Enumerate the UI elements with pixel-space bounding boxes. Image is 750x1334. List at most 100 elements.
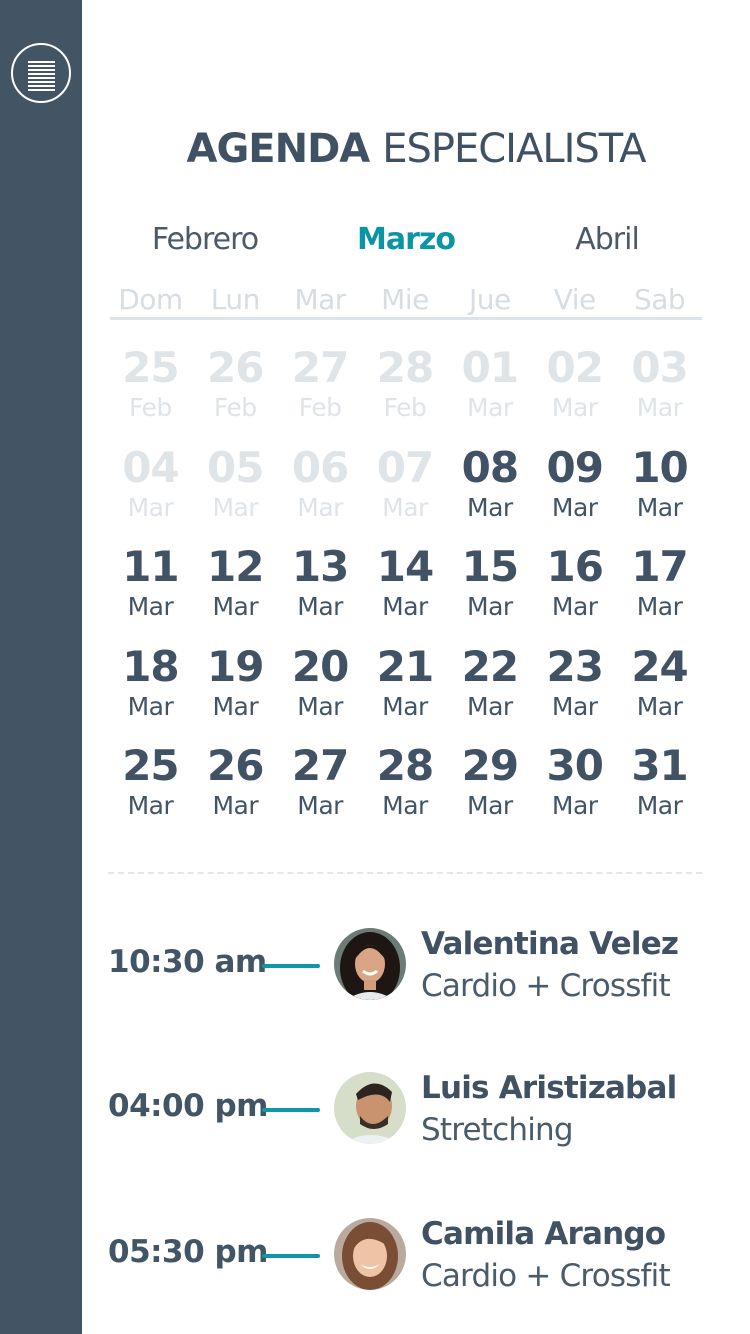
day-month: Mar (551, 592, 598, 621)
day-number: 02 (546, 343, 603, 392)
avatar[interactable] (334, 928, 406, 1000)
day-month: Mar (297, 492, 343, 522)
day-month: Mar (467, 691, 513, 721)
page-title-light: ESPECIALISTA (382, 126, 646, 172)
timeline-dash (262, 964, 320, 968)
appointment-time: 05:30 pm (108, 1234, 268, 1270)
day-number: 23 (546, 641, 603, 691)
calendar-day[interactable]: 01 Mar (447, 342, 532, 442)
day-month: Mar (551, 393, 598, 422)
calendar-day[interactable]: 25 Feb (108, 342, 193, 442)
month-tab-next[interactable]: Abril (512, 222, 702, 257)
day-month: Mar (467, 393, 513, 422)
day-month: Mar (467, 492, 513, 522)
calendar-day[interactable]: 24 Mar (617, 641, 702, 741)
day-number: 01 (461, 343, 519, 392)
calendar-day[interactable]: 02 Mar (532, 342, 617, 442)
appointment-item[interactable]: 10:30 am Valentina Velez Cardio + Crossf… (108, 926, 708, 1008)
day-number: 27 (291, 741, 349, 790)
calendar-day[interactable]: 28 Mar (363, 740, 448, 840)
calendar-day[interactable]: 03 Mar (617, 342, 702, 442)
day-month: Mar (127, 791, 174, 820)
woman-portrait-avatar (334, 928, 406, 1000)
day-number: 27 (291, 343, 349, 392)
day-month: Mar (636, 393, 683, 422)
day-month: Feb (383, 393, 427, 422)
day-number: 30 (546, 741, 603, 790)
appointment-time: 10:30 am (108, 944, 267, 980)
calendar-day[interactable]: 26 Feb (193, 342, 278, 442)
calendar-day[interactable]: 30 Mar (532, 740, 617, 840)
weekday-label: Lun (210, 283, 261, 316)
calendar-day[interactable]: 16 Mar (532, 541, 617, 641)
day-number: 20 (291, 641, 349, 691)
specialist-name: Valentina Velez (421, 926, 679, 962)
calendar-day[interactable]: 08 Mar (447, 442, 532, 542)
day-month: Mar (551, 492, 598, 522)
calendar-day[interactable]: 27 Feb (278, 342, 363, 442)
weekday-label: Vie (553, 283, 597, 316)
day-number: 26 (207, 343, 264, 392)
day-month: Feb (298, 393, 342, 422)
day-number: 10 (631, 442, 688, 492)
page-title: AGENDA ESPECIALISTA (82, 126, 750, 172)
calendar-day[interactable]: 27 Mar (278, 740, 363, 840)
weekday-divider (110, 317, 702, 320)
class-type: Cardio + Crossfit (421, 968, 671, 1004)
day-month: Mar (212, 691, 259, 721)
weekday-label: Mar (294, 283, 346, 316)
appointment-item[interactable]: 04:00 pm Luis Aristizabal Stretching (108, 1070, 708, 1152)
calendar-day[interactable]: 10 Mar (617, 442, 702, 542)
avatar[interactable] (334, 1218, 406, 1290)
page-title-bold: AGENDA (186, 126, 371, 172)
day-number: 18 (122, 641, 179, 691)
day-number: 11 (122, 542, 179, 591)
day-number: 15 (461, 542, 519, 591)
calendar-day[interactable]: 29 Mar (447, 740, 532, 840)
calendar-day[interactable]: 04 Mar (108, 442, 193, 542)
woman-portrait-avatar (334, 1218, 406, 1290)
calendar-day[interactable]: 15 Mar (447, 541, 532, 641)
avatar[interactable] (334, 1072, 406, 1144)
calendar-day[interactable]: 07 Mar (363, 442, 448, 542)
day-month: Mar (212, 492, 259, 522)
day-number: 26 (207, 741, 264, 790)
calendar-day[interactable]: 31 Mar (617, 740, 702, 840)
calendar-day[interactable]: 12 Mar (193, 541, 278, 641)
calendar-day[interactable]: 11 Mar (108, 541, 193, 641)
calendar-day[interactable]: 06 Mar (278, 442, 363, 542)
calendar-day[interactable]: 21 Mar (363, 641, 448, 741)
day-number: 29 (461, 741, 519, 790)
calendar-day[interactable]: 09 Mar (532, 442, 617, 542)
menu-button[interactable] (11, 43, 71, 103)
calendar-day[interactable]: 13 Mar (278, 541, 363, 641)
calendar-day[interactable]: 18 Mar (108, 641, 193, 741)
specialist-name: Camila Arango (421, 1216, 666, 1252)
month-tab-prev[interactable]: Febrero (110, 222, 300, 257)
day-month: Mar (297, 592, 343, 621)
calendar-day[interactable]: 14 Mar (363, 541, 448, 641)
day-month: Mar (382, 492, 428, 522)
appointment-item[interactable]: 05:30 pm Camila Arango Cardio + Crossfit (108, 1216, 708, 1298)
calendar-day[interactable]: 26 Mar (193, 740, 278, 840)
calendar-day[interactable]: 17 Mar (617, 541, 702, 641)
calendar-day[interactable]: 23 Mar (532, 641, 617, 741)
day-month: Mar (467, 791, 513, 820)
day-month: Mar (297, 691, 343, 721)
hamburger-menu-icon (28, 61, 55, 93)
day-month: Mar (212, 791, 259, 820)
day-number: 06 (291, 442, 349, 492)
calendar-day[interactable]: 22 Mar (447, 641, 532, 741)
man-portrait-avatar (334, 1072, 406, 1144)
day-month: Mar (127, 492, 174, 522)
day-number: 24 (631, 641, 688, 691)
calendar-day[interactable]: 05 Mar (193, 442, 278, 542)
calendar-day[interactable]: 25 Mar (108, 740, 193, 840)
calendar-day[interactable]: 28 Feb (363, 342, 448, 442)
day-month: Mar (636, 592, 683, 621)
calendar-day[interactable]: 20 Mar (278, 641, 363, 741)
month-tab-current[interactable]: Marzo (311, 222, 501, 257)
calendar-day[interactable]: 19 Mar (193, 641, 278, 741)
appointment-time: 04:00 pm (108, 1088, 268, 1124)
day-month: Mar (382, 791, 428, 820)
